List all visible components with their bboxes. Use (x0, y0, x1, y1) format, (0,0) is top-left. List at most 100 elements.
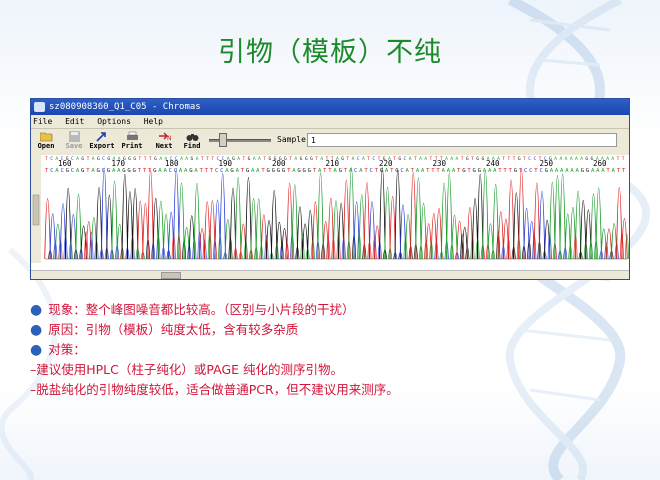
base-call-top: A (258, 156, 261, 162)
base-call: C (50, 168, 53, 174)
base-call: C (369, 168, 372, 174)
base-call-top: T (144, 156, 147, 162)
base-call-top: A (456, 156, 459, 162)
note-phenomenon: ● 现象：整个峰图噪音都比较高。（区别与小片段的干扰） (30, 302, 355, 318)
base-call-top: G (97, 156, 100, 162)
base-call-top: G (398, 156, 401, 162)
base-call-top: A (92, 156, 95, 162)
note-cause: ● 原因：引物（模板）纯度太低，含有较多杂质 (30, 322, 299, 338)
position-label: 220 (379, 159, 393, 168)
window-titlebar[interactable]: sz080908360_Q1_C05 - Chromas (31, 99, 629, 115)
bullet-icon: ● (30, 342, 43, 358)
next-arrow-icon: N (158, 132, 171, 142)
base-call-top: G (133, 156, 136, 162)
base-call-top: A (180, 156, 183, 162)
base-call-top: A (450, 156, 453, 162)
position-label: 240 (486, 159, 500, 168)
save-button[interactable]: Save (61, 130, 87, 154)
base-call: C (524, 168, 527, 174)
base-call-top: A (253, 156, 256, 162)
base-call-top: A (294, 156, 297, 162)
position-label: 210 (326, 159, 340, 168)
window-title: sz080908360_Q1_C05 - Chromas (49, 102, 201, 112)
base-call-top: G (310, 156, 313, 162)
base-call-top: T (471, 156, 474, 162)
bullet-icon: ● (30, 302, 43, 318)
base-call-top: T (45, 156, 48, 162)
base-call-top: T (211, 156, 214, 162)
base-call-top: A (159, 156, 162, 162)
base-call-top: T (622, 156, 625, 162)
bullet-icon: ● (30, 322, 43, 338)
base-call: C (539, 168, 542, 174)
base-call-top: G (107, 156, 110, 162)
sample-label: Sample: (277, 135, 311, 144)
print-button[interactable]: Print (119, 130, 145, 154)
sample-field[interactable]: 1 (307, 133, 617, 147)
menu-edit[interactable]: Edit (65, 117, 84, 126)
base-call-top: C (533, 156, 536, 162)
base-call-top: G (128, 156, 131, 162)
base-call-top: A (320, 156, 323, 162)
base-call-top: G (341, 156, 344, 162)
base-call-top: A (575, 156, 578, 162)
base-call-top: T (393, 156, 396, 162)
base-call-top: T (149, 156, 152, 162)
base-call-top: T (461, 156, 464, 162)
base-calls-bottom: TCACGCAGTAGCGAAGGGTTTGAACCAAGATTTCCAGATG… (45, 168, 626, 174)
horizontal-scrollbar-thumb[interactable] (161, 272, 181, 279)
base-call-top: G (191, 156, 194, 162)
base-call-top: A (611, 156, 614, 162)
position-label: 160 (58, 159, 72, 168)
base-call-top: G (476, 156, 479, 162)
base-call-top: T (315, 156, 318, 162)
menu-bar: File Edit Options Help (31, 115, 629, 129)
base-call-top: T (513, 156, 516, 162)
base-call-top: T (206, 156, 209, 162)
base-call: C (220, 168, 223, 174)
base-call: C (354, 168, 357, 174)
base-call-top: G (305, 156, 308, 162)
base-call-top: C (102, 156, 105, 162)
vertical-scale-handle[interactable] (32, 194, 40, 226)
menu-options[interactable]: Options (97, 117, 131, 126)
base-call-top: A (409, 156, 412, 162)
horizontal-scrollbar[interactable] (31, 270, 629, 279)
menu-help[interactable]: Help (144, 117, 163, 126)
find-button[interactable]: Find (179, 130, 205, 154)
floppy-disk-icon (68, 131, 80, 142)
menu-file[interactable]: File (33, 117, 52, 126)
base-call-top: T (263, 156, 266, 162)
chromatogram-view[interactable]: TCACGCAGTAGCGAAGGGTTTGAACCAAGATTTCCAGATG… (31, 155, 629, 271)
base-call-top: G (154, 156, 157, 162)
base-call-top: A (76, 156, 79, 162)
base-call-top: T (139, 156, 142, 162)
export-button[interactable]: Export (87, 130, 117, 154)
base-call-top: A (352, 156, 355, 162)
base-call-top: G (482, 156, 485, 162)
base-call-top: C (50, 156, 53, 162)
open-button[interactable]: Open (33, 130, 59, 154)
base-call: C (215, 168, 218, 174)
next-button[interactable]: N Next (151, 130, 177, 154)
base-call-top: A (570, 156, 573, 162)
binoculars-icon (186, 134, 198, 141)
base-call-top: A (580, 156, 583, 162)
printer-icon (126, 131, 138, 140)
base-call-top: C (357, 156, 360, 162)
position-label: 250 (540, 159, 554, 168)
base-call: C (529, 168, 532, 174)
position-label: 200 (272, 159, 286, 168)
base-call-top: A (185, 156, 188, 162)
base-call: C (169, 168, 172, 174)
base-call-top: A (554, 156, 557, 162)
note-solution-desalt: –脱盐纯化的引物纯度较低，适合做普通PCR，但不建议用来测序。 (30, 382, 399, 397)
base-call-top: T (87, 156, 90, 162)
position-label: 180 (165, 159, 179, 168)
base-call-top: T (346, 156, 349, 162)
folder-open-icon (39, 132, 52, 142)
base-call-top: C (372, 156, 375, 162)
zoom-slider-handle[interactable] (219, 133, 227, 147)
base-call-top: G (518, 156, 521, 162)
note-solution-hplc: –建议使用HPLC（柱子纯化）或PAGE 纯化的测序引物。 (30, 362, 344, 377)
